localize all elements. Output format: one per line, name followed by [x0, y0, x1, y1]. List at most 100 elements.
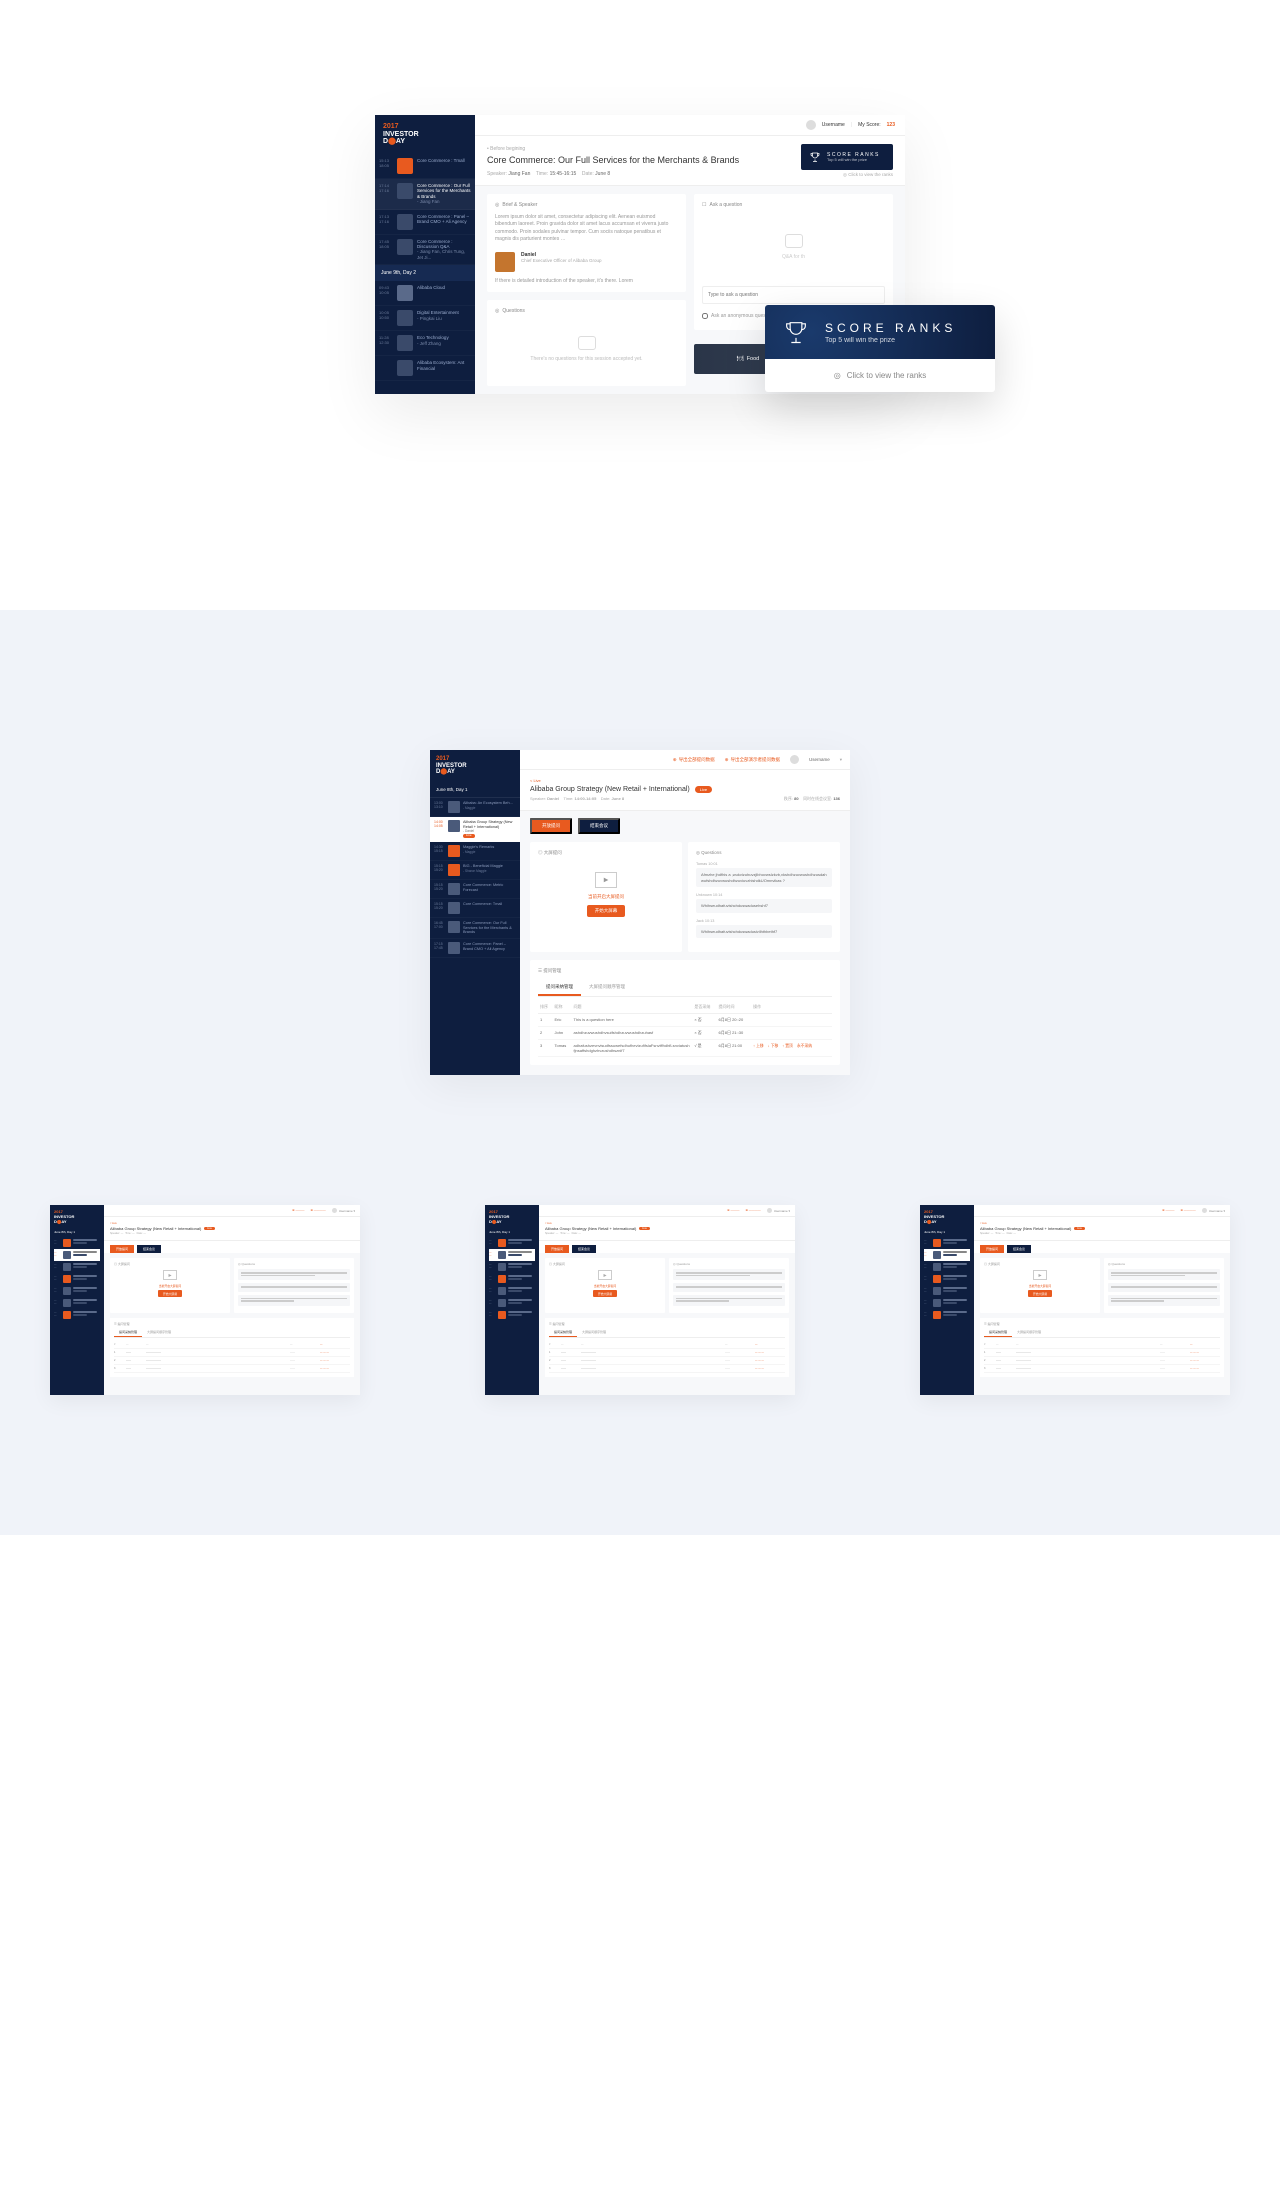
sidebar-item[interactable]: ——: [54, 1309, 100, 1321]
play-icon: [163, 1270, 177, 1280]
sidebar-item[interactable]: ——: [54, 1237, 100, 1249]
sidebar-item[interactable]: ——: [54, 1285, 100, 1297]
subtab-accept[interactable]: 提问采纳管理: [538, 980, 581, 996]
sidebar-item[interactable]: ——: [924, 1297, 970, 1309]
chevron-down-icon[interactable]: ▾: [840, 757, 842, 763]
sidebar-item[interactable]: ——: [489, 1297, 535, 1309]
card-header: Ask a question: [709, 202, 742, 208]
thumb-icon: [448, 801, 460, 813]
sidebar-item[interactable]: ——: [924, 1237, 970, 1249]
thumb-sidebar: 2017INVESTORD⬤AY June 8th, Day 1 —— —— —…: [50, 1205, 104, 1395]
col-question: 问题: [572, 1001, 693, 1014]
table-row: 2 John ashdhzuvwushdhvsuifshdhzuvwushdhz…: [538, 1027, 832, 1040]
banner-food[interactable]: 🍽Food: [737, 356, 760, 362]
sidebar-item[interactable]: 16:4517:00 Core Commerce: Our Full Servi…: [430, 918, 520, 939]
sidebar-item[interactable]: 11:2812:30 Eco Technology- Jeff Zhang: [375, 331, 475, 356]
sidebar-item[interactable]: 15:1515:20 Core Commerce: Tmall: [430, 899, 520, 918]
thumb-icon: [448, 883, 460, 895]
logo: 2017 INVESTOR D⬤AY: [375, 115, 475, 154]
col-order: 排序: [538, 1001, 552, 1014]
thumb-icon: [448, 921, 460, 933]
open-questions-button[interactable]: 开放提问: [530, 818, 572, 834]
card-header: ◎ Questions: [696, 850, 832, 856]
op-link[interactable]: ↓ 下移: [768, 1044, 779, 1048]
export-presenter-link[interactable]: ⊕ 导出全部演示者提问数据: [725, 757, 780, 763]
thumb-sidebar: 2017INVESTORD⬤AY June 8th, Day 1 —— —— —…: [920, 1205, 974, 1395]
sidebar-item[interactable]: 17:1517:45 Core Commerce: Panel – Brand …: [430, 939, 520, 958]
thumb-icon: [448, 820, 460, 832]
avatar-icon[interactable]: [790, 755, 799, 764]
sidebar-item[interactable]: ——: [54, 1297, 100, 1309]
thumb-sidebar: 2017INVESTORD⬤AY June 8th, Day 1 —— —— —…: [485, 1205, 539, 1395]
avatar-icon[interactable]: [806, 120, 816, 130]
sidebar-item[interactable]: ——: [489, 1285, 535, 1297]
username-label[interactable]: Username: [809, 757, 830, 762]
callout-title: SCORE RANKS: [825, 321, 956, 335]
start-bigscreen-button[interactable]: 开始大屏幕: [587, 905, 626, 917]
ranks-hint-link[interactable]: ◎ Click to view the ranks: [843, 172, 893, 178]
callout-banner[interactable]: SCORE RANKS Top 5 will win the prize: [765, 305, 995, 359]
sidebar-item[interactable]: 14:3015:15 Maggie's Remarks - Maggie: [430, 842, 520, 861]
callout-view-link[interactable]: ◎ Click to view the ranks: [765, 359, 995, 392]
logo: 2017 INVESTOR D⬤AY: [430, 750, 520, 782]
export-all-link[interactable]: ⊕ 导出全部提问数据: [673, 757, 715, 763]
sidebar-item[interactable]: 17:4518:05 Core Commerce : Discussion Q&…: [375, 235, 475, 266]
sidebar-item[interactable]: 15:1318:05 Core Commerce : Tmall: [375, 154, 475, 179]
sidebar-item[interactable]: 15:1515:20 BIG - Beneficial Maggie - Sha…: [430, 861, 520, 880]
op-link[interactable]: ↑ 置顶: [782, 1044, 793, 1048]
breadcrumb[interactable]: < Live: [530, 778, 840, 783]
sidebar-item[interactable]: 13:0013:10 Alibaba: An Ecosystem Beh... …: [430, 798, 520, 817]
score-ranks-badge[interactable]: SCORE RANKS Top 5 will win the prize: [801, 144, 893, 170]
sidebar-item[interactable]: ——: [54, 1261, 100, 1273]
bigscreen-status: 当前开启大屏提问: [538, 894, 674, 900]
sidebar-scroll[interactable]: 15:1318:05 Core Commerce : Tmall 17:1417…: [375, 154, 475, 394]
logo-year: 2017: [383, 123, 467, 131]
card-header: Questions: [502, 308, 525, 314]
sidebar-item[interactable]: ——: [54, 1273, 100, 1285]
sidebar-item[interactable]: 17:1317:16 Core Commerce : Panel – Brand…: [375, 210, 475, 235]
session-meta: Speaker: Jiang Fan Time: 15:45-16:15 Dat…: [487, 171, 893, 177]
sidebar-item[interactable]: ——: [489, 1261, 535, 1273]
section-admin-view: 2017 INVESTOR D⬤AY June 8th, Day 1 13:00…: [0, 610, 1280, 1535]
sidebar-item[interactable]: ——: [54, 1249, 100, 1261]
sidebar-item[interactable]: 15:1515:20 Core Commerce: Metric Forecas…: [430, 880, 520, 899]
sidebar-item[interactable]: ——: [489, 1309, 535, 1321]
op-link[interactable]: 永不采纳: [797, 1044, 812, 1048]
sidebar-item[interactable]: ——: [489, 1273, 535, 1285]
action-tabs: 开放提问 结束会议: [520, 811, 850, 834]
topbar: Username | My Score: 123: [475, 115, 905, 136]
end-meeting-button[interactable]: 结束会议: [578, 818, 620, 834]
sidebar-item[interactable]: ——: [489, 1249, 535, 1261]
play-icon: [595, 872, 617, 888]
session-hero: • Before begining Core Commerce: Our Ful…: [475, 136, 905, 186]
thumb-icon: [397, 158, 413, 174]
subtab-order[interactable]: 大屏提问顺序管理: [581, 980, 633, 996]
trophy-icon: [781, 317, 811, 347]
sidebar-item[interactable]: 14:0014:05 Alibaba Group Strategy (New R…: [430, 817, 520, 842]
col-ops: 操作: [751, 1001, 832, 1014]
play-icon: [1033, 1270, 1047, 1280]
sidebar-item[interactable]: 10:0510:50 Digital Entertainment- Pingka…: [375, 306, 475, 331]
session-title: Alibaba Group Strategy (New Retail + Int…: [530, 786, 840, 793]
sidebar-item[interactable]: 17:1417:16 Core Commerce : Our Full Serv…: [375, 179, 475, 210]
thumbnail-3: 2017INVESTORD⬤AY June 8th, Day 1 —— —— —…: [920, 1205, 1230, 1395]
questions-empty-text: There's no questions for this session ac…: [495, 356, 678, 362]
op-link[interactable]: ↑ 上移: [753, 1044, 764, 1048]
sidebar-item[interactable]: ——: [489, 1237, 535, 1249]
myscore-value: 123: [887, 122, 895, 128]
sidebar-item[interactable]: ——: [924, 1249, 970, 1261]
anonymous-checkbox[interactable]: Ask an anonymous question: [702, 313, 774, 319]
ask-input[interactable]: [702, 286, 885, 304]
card-header: ◎ 大屏提问: [538, 850, 674, 856]
sidebar-item[interactable]: ——: [924, 1285, 970, 1297]
question-item: Unknown 10:14Whihseudhafuvishchduswaduse…: [696, 893, 832, 913]
card-header: Brief & Speaker: [502, 202, 537, 208]
sidebar-item[interactable]: ——: [924, 1261, 970, 1273]
username-label[interactable]: Username: [822, 122, 845, 128]
main-panel: ⊕ 导出全部提问数据 ⊕ 导出全部演示者提问数据 Username ▾ < Li…: [520, 750, 850, 1075]
sidebar-item[interactable]: 09:4310:05 Alibaba Cloud: [375, 281, 475, 306]
sidebar-item[interactable]: ——: [924, 1273, 970, 1285]
sidebar-item[interactable]: Alibaba Ecosystem: Ant Financial: [375, 356, 475, 381]
chat-bubble-icon: [785, 234, 803, 248]
sidebar-item[interactable]: ——: [924, 1309, 970, 1321]
